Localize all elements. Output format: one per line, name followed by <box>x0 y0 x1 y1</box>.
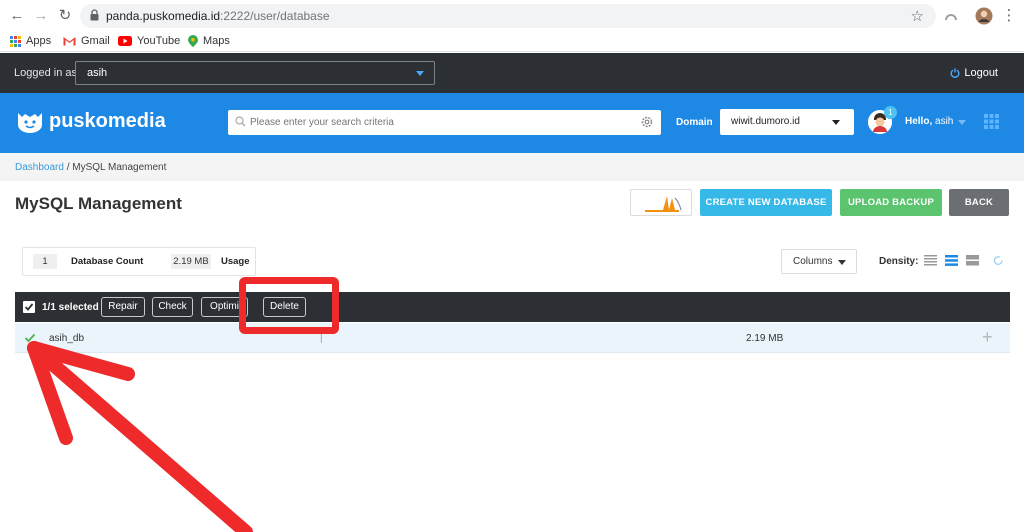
brand-logo[interactable]: puskomedia <box>17 110 166 133</box>
select-all-checkbox[interactable] <box>23 301 35 313</box>
bookmark-label: Apps <box>26 35 52 47</box>
database-count-label: Database Count <box>71 256 144 267</box>
bookmark-apps[interactable]: Apps <box>10 35 51 47</box>
breadcrumb: Dashboard / MySQL Management <box>0 153 1024 181</box>
extension-icon[interactable] <box>942 7 960 25</box>
power-icon <box>950 68 960 78</box>
greeting-prefix: Hello, <box>905 116 933 127</box>
greeting[interactable]: Hello, asih <box>905 116 953 127</box>
phpmyadmin-logo-icon <box>645 196 682 212</box>
bookmarks-bar: Apps Gmail YouTube Maps <box>0 32 1024 52</box>
density-label: Density: <box>879 256 919 267</box>
search-box[interactable] <box>228 110 661 135</box>
page-title: MySQL Management <box>15 194 182 213</box>
refresh-icon[interactable] <box>992 255 1005 266</box>
greeting-user: asih <box>935 116 954 127</box>
density-compact-icon[interactable] <box>924 255 937 266</box>
user-select[interactable]: asih <box>75 61 435 85</box>
logged-in-label: Logged in as <box>14 67 77 79</box>
annotation-highlight-box <box>239 277 339 334</box>
database-count-value: 1 <box>33 254 57 269</box>
bookmark-label: YouTube <box>137 35 181 47</box>
search-icon <box>235 116 246 127</box>
usage-label: Usage <box>221 256 250 267</box>
forward-arrow-icon[interactable]: → <box>32 7 50 25</box>
url-host: panda.puskomedia.id <box>106 9 221 23</box>
logout-label: Logout <box>964 67 998 79</box>
youtube-icon <box>118 36 132 46</box>
search-input[interactable] <box>250 110 640 135</box>
apps-grid-icon <box>10 35 21 47</box>
url-path: :2222/user/database <box>220 9 330 23</box>
chevron-down-icon <box>838 260 846 265</box>
user-select-value: asih <box>87 67 108 79</box>
upload-backup-button[interactable]: UPLOAD BACKUP <box>840 189 942 216</box>
create-database-button[interactable]: CREATE NEW DATABASE <box>700 189 832 216</box>
domain-select[interactable]: wiwit.dumoro.id <box>720 109 854 135</box>
back-arrow-icon[interactable]: ← <box>8 7 26 25</box>
column-divider: | <box>320 333 323 344</box>
breadcrumb-separator: / <box>63 162 73 173</box>
breadcrumb-current: MySQL Management <box>72 162 167 173</box>
chevron-down-icon <box>832 120 840 125</box>
repair-button[interactable]: Repair <box>101 297 145 317</box>
account-bar: Logged in as asih Logout <box>0 53 1024 93</box>
domain-label: Domain <box>676 117 713 128</box>
maps-pin-icon <box>188 35 198 47</box>
chevron-down-icon <box>958 120 966 125</box>
density-comfortable-icon[interactable] <box>966 255 979 266</box>
columns-label: Columns <box>793 256 833 267</box>
density-normal-icon[interactable] <box>945 255 958 266</box>
bookmark-maps[interactable]: Maps <box>188 35 230 47</box>
database-stats: 1 Database Count 2.19 MB Usage <box>22 247 256 276</box>
domain-select-value: wiwit.dumoro.id <box>731 116 800 127</box>
database-name[interactable]: asih_db <box>49 333 84 344</box>
checkmark-icon <box>24 303 34 311</box>
main-header: puskomedia Domain wiwit.dumoro.id Hello,… <box>0 93 1024 153</box>
usage-value: 2.19 MB <box>171 254 211 269</box>
table-row[interactable]: asih_db | 2.19 MB + <box>15 323 1010 353</box>
bookmark-gmail[interactable]: Gmail <box>63 35 110 47</box>
profile-avatar-icon[interactable] <box>975 7 993 25</box>
address-bar[interactable]: panda.puskomedia.id:2222/user/database ☆ <box>80 4 936 28</box>
url-text: panda.puskomedia.id:2222/user/database <box>106 9 330 23</box>
gmail-icon <box>63 37 76 46</box>
bookmark-youtube[interactable]: YouTube <box>118 35 180 47</box>
expand-icon[interactable]: + <box>982 327 993 348</box>
columns-dropdown[interactable]: Columns <box>781 249 857 274</box>
notification-badge[interactable]: 1 <box>884 106 897 119</box>
bulk-action-bar: 1/1 selected Repair Check Optimi Delete <box>15 292 1010 322</box>
lock-icon <box>90 9 99 21</box>
database-size: 2.19 MB <box>746 333 784 344</box>
gear-icon[interactable] <box>640 115 654 129</box>
bookmark-label: Gmail <box>81 35 110 47</box>
back-button[interactable]: BACK <box>949 189 1009 216</box>
logout-link[interactable]: Logout <box>950 67 998 79</box>
bookmark-star-icon[interactable]: ☆ <box>911 7 924 25</box>
bookmark-label: Maps <box>203 35 230 47</box>
selection-count: 1/1 selected <box>42 302 99 313</box>
brand-name: puskomedia <box>49 110 166 132</box>
phpmyadmin-button[interactable] <box>630 189 692 216</box>
chevron-down-icon <box>416 71 424 76</box>
puskomedia-logo-icon <box>18 112 42 133</box>
reload-icon[interactable]: ↻ <box>56 7 74 25</box>
browser-toolbar: ← → ↻ panda.puskomedia.id:2222/user/data… <box>0 0 1024 32</box>
row-checkbox[interactable] <box>24 332 36 344</box>
apps-grid-icon[interactable] <box>984 114 999 129</box>
browser-menu-icon[interactable]: ⋮ <box>1000 7 1018 25</box>
breadcrumb-link-dashboard[interactable]: Dashboard <box>15 162 64 173</box>
check-button[interactable]: Check <box>152 297 193 317</box>
